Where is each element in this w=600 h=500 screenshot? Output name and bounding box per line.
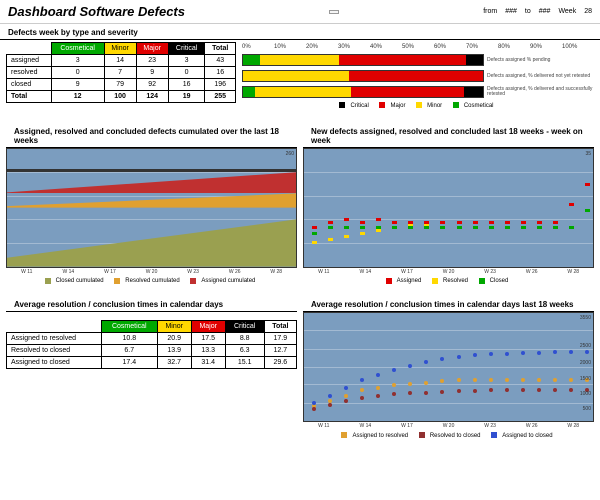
week-label: Week [558,8,576,15]
week-value: 28 [584,8,592,15]
line-legend: Assigned to resolved Resolved to closed … [303,430,594,441]
area-chart: 260 [6,148,297,268]
table-row: closed9799216196 [7,79,236,91]
table-row: Assigned to closed17.432.731.415.129.6 [7,357,297,369]
hbar-legend: Critical Major Minor Cosmetical [242,100,594,111]
table-row: resolved079016 [7,67,236,79]
line-chart: 3550 2500 2000 1500 1000 500 [303,312,594,422]
filter-dropdown[interactable] [329,10,339,14]
hbar-row: Defects assigned, % delivered and succes… [242,84,594,100]
area-xlabels: W 11W 14W 17W 20W 23W 26W 28 [6,268,297,276]
section2-left-title: Assigned, resolved and concluded defects… [6,123,297,148]
section3-left-title: Average resolution / conclusion times in… [6,296,297,312]
scatter-chart: 35 [303,148,594,268]
stacked-bar-chart: 0%10%20%30%40%50%60%70%80%90%100% Defect… [242,42,594,113]
section2-right-title: New defects assigned, resolved and concl… [303,123,594,148]
table-row: Total1210012419255 [7,91,236,103]
area-legend: Closed cumulated Resolved cumulated Assi… [6,276,297,287]
section1-title: Defects week by type and severity [0,24,600,40]
header: Dashboard Software Defects from ### to #… [0,0,600,24]
to-label: to [525,8,531,15]
hbar-row: Defects assigned % pending [242,52,594,68]
scatter-legend: Assigned Resolved Closed [303,276,594,287]
to-value: ### [539,8,551,15]
th-minor: Minor [104,43,136,55]
from-label: from [483,8,497,15]
scatter-xlabels: W 11W 14W 17W 20W 23W 26W 28 [303,268,594,276]
page-title: Dashboard Software Defects [8,4,185,19]
hbar-axis: 0%10%20%30%40%50%60%70%80%90%100% [242,44,594,50]
from-value: ### [505,8,517,15]
th-cosmetical: Cosmetical [51,43,104,55]
table-row: assigned31423343 [7,55,236,67]
line-xlabels: W 11W 14W 17W 20W 23W 26W 28 [303,422,594,430]
section3-right-title: Average resolution / conclusion times in… [303,296,594,312]
table-row: Assigned to resolved10.820.917.58.817.9 [7,333,297,345]
table-row: Resolved to closed6.713.913.36.312.7 [7,345,297,357]
th-total: Total [205,43,236,55]
resolution-table: Cosmetical Minor Major Critical Total As… [6,320,297,369]
hbar-row: Defects assigned, % delivered not yet re… [242,68,594,84]
defects-table: Cosmetical Minor Major Critical Total as… [6,42,236,103]
th-critical: Critical [168,43,205,55]
th-major: Major [136,43,168,55]
